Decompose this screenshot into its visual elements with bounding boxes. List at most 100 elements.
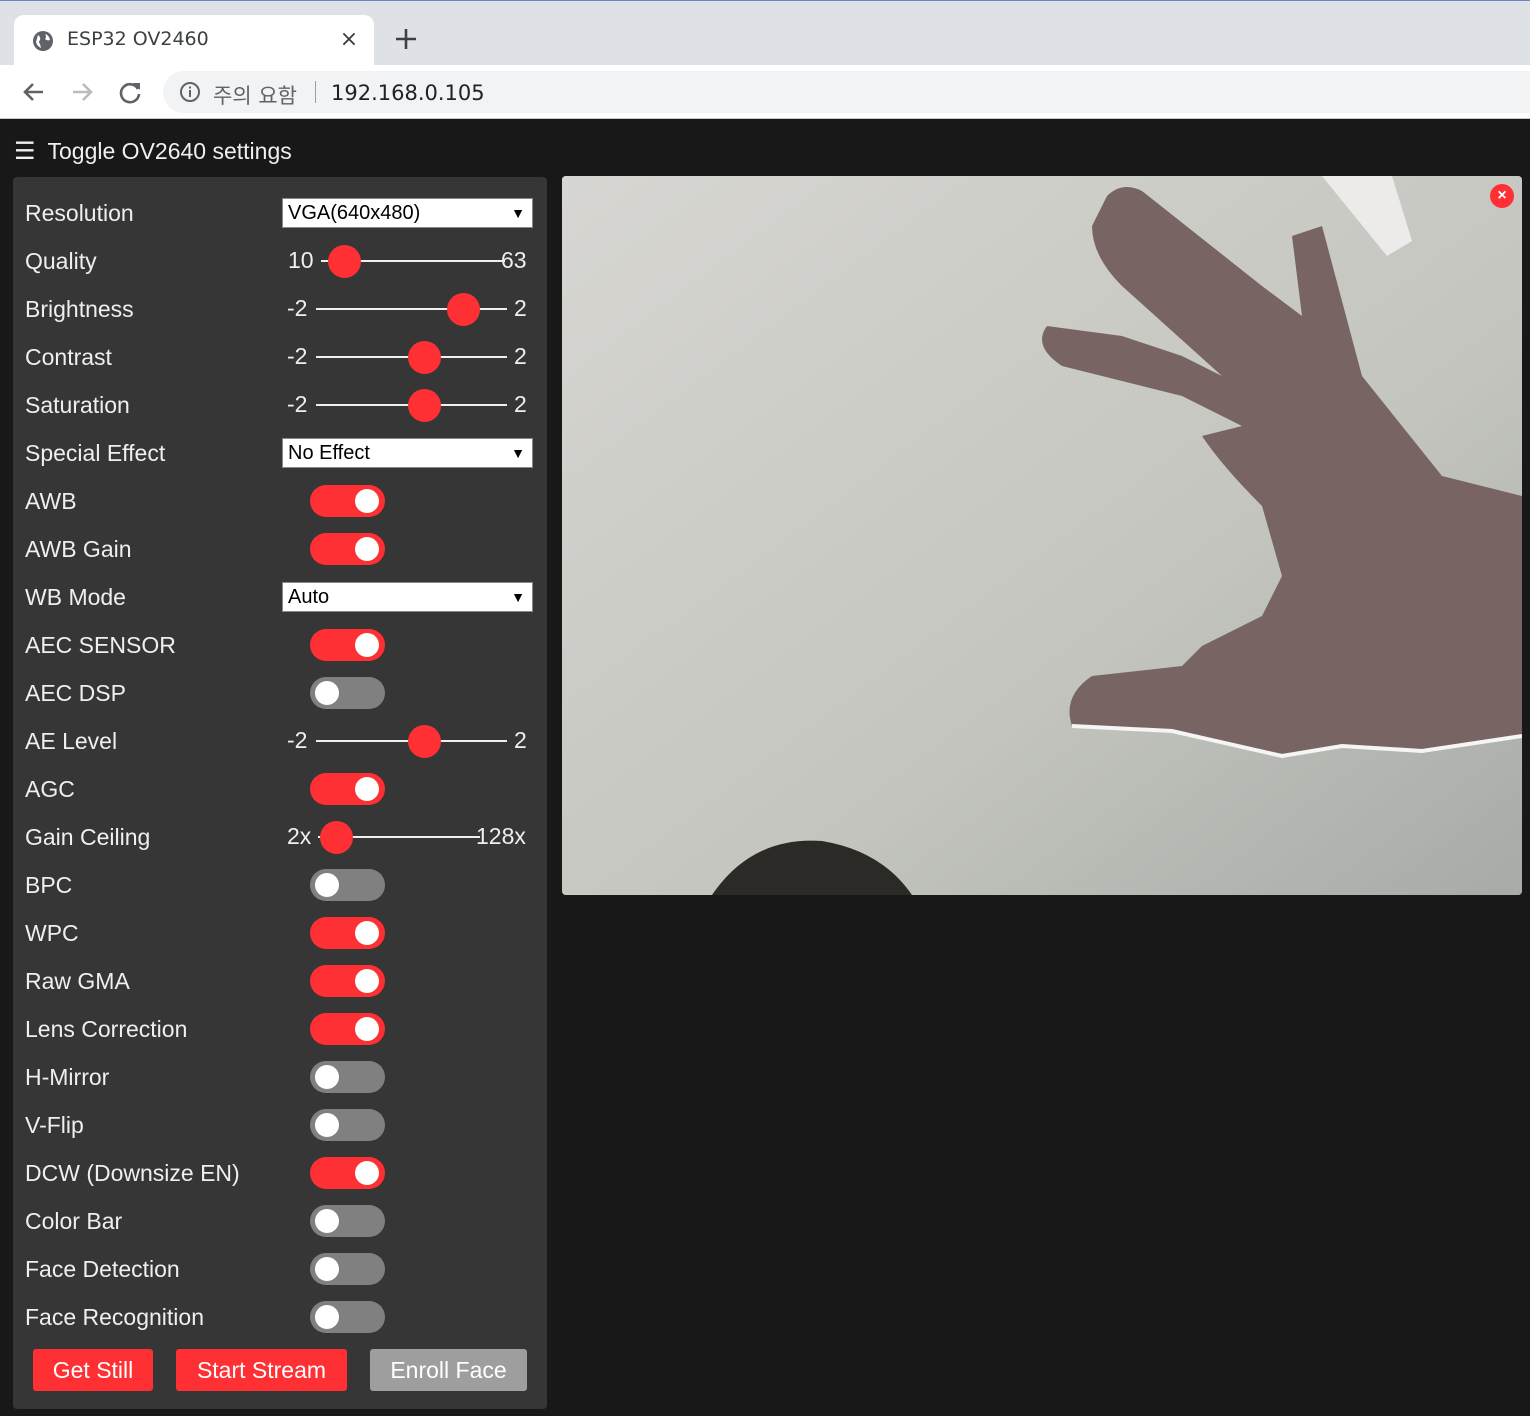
security-status[interactable]: 주의 요함 (213, 80, 297, 110)
dcw-switch[interactable] (310, 1157, 385, 1189)
saturation-min: -2 (287, 391, 308, 417)
browser-toolbar: 주의 요함 192.168.0.105 (0, 65, 1530, 119)
setting-raw-gma: Raw GMA (25, 957, 535, 1005)
awb-gain-switch[interactable] (310, 533, 385, 565)
switch-knob (315, 1209, 339, 1233)
setting-dcw: DCW (Downsize EN) (25, 1149, 535, 1197)
setting-special-effect: Special Effect No Effect ▼ (25, 429, 535, 477)
wb-mode-select[interactable]: Auto ▼ (282, 582, 533, 612)
setting-contrast: Contrast -2 2 (25, 333, 535, 381)
dropdown-arrow-icon: ▼ (511, 205, 525, 221)
aec-sensor-switch[interactable] (310, 629, 385, 661)
bpc-switch[interactable] (310, 869, 385, 901)
switch-knob (355, 921, 379, 945)
setting-face-detection: Face Detection (25, 1245, 535, 1293)
switch-knob (315, 1065, 339, 1089)
switch-knob (315, 681, 339, 705)
quality-label: Quality (25, 247, 97, 274)
agc-switch[interactable] (310, 773, 385, 805)
setting-aec-dsp: AEC DSP (25, 669, 535, 717)
dropdown-arrow-icon: ▼ (511, 445, 525, 461)
get-still-button[interactable]: Get Still (33, 1349, 153, 1391)
raw-gma-label: Raw GMA (25, 967, 130, 994)
dropdown-arrow-icon: ▼ (511, 589, 525, 605)
face-detection-switch[interactable] (310, 1253, 385, 1285)
settings-toggle-label[interactable]: Toggle OV2640 settings (48, 138, 292, 165)
setting-ae-level: AE Level -2 2 (25, 717, 535, 765)
setting-face-recognition: Face Recognition (25, 1293, 535, 1341)
ae-level-label: AE Level (25, 727, 118, 754)
start-stream-button[interactable]: Start Stream (176, 1349, 347, 1391)
color-bar-switch[interactable] (310, 1205, 385, 1237)
tab-close-icon[interactable]: × (336, 27, 362, 53)
switch-knob (355, 969, 379, 993)
special-effect-value: No Effect (288, 442, 370, 464)
gain-ceiling-slider-thumb[interactable] (320, 821, 353, 854)
enroll-face-button[interactable]: Enroll Face (370, 1349, 527, 1391)
switch-knob (355, 489, 379, 513)
wpc-switch[interactable] (310, 917, 385, 949)
setting-brightness: Brightness -2 2 (25, 285, 535, 333)
switch-knob (315, 1257, 339, 1281)
url-text[interactable]: 192.168.0.105 (331, 81, 485, 105)
browser-tab[interactable]: ESP32 OV2460 × (14, 15, 374, 66)
saturation-slider-thumb[interactable] (408, 389, 441, 422)
switch-knob (315, 1113, 339, 1137)
bpc-label: BPC (25, 871, 73, 898)
resolution-label: Resolution (25, 199, 134, 226)
h-mirror-label: H-Mirror (25, 1063, 110, 1090)
address-bar[interactable]: 주의 요함 192.168.0.105 (163, 71, 1530, 113)
close-stream-icon[interactable]: × (1490, 184, 1514, 208)
switch-knob (355, 1161, 379, 1185)
resolution-select[interactable]: VGA(640x480) ▼ (282, 198, 533, 228)
quality-slider-thumb[interactable] (328, 245, 361, 278)
switch-knob (355, 1017, 379, 1041)
agc-label: AGC (25, 775, 75, 802)
globe-icon (33, 31, 53, 51)
switch-knob (315, 1305, 339, 1329)
wb-mode-label: WB Mode (25, 583, 126, 610)
special-effect-select[interactable]: No Effect ▼ (282, 438, 533, 468)
contrast-max: 2 (514, 343, 527, 369)
setting-color-bar: Color Bar (25, 1197, 535, 1245)
settings-toggle[interactable]: ☰ Toggle OV2640 settings (14, 134, 292, 168)
new-tab-icon[interactable] (390, 23, 422, 55)
brightness-slider-thumb[interactable] (447, 293, 480, 326)
lens-correction-label: Lens Correction (25, 1015, 188, 1042)
lens-correction-switch[interactable] (310, 1013, 385, 1045)
resolution-value: VGA(640x480) (288, 202, 421, 224)
setting-saturation: Saturation -2 2 (25, 381, 535, 429)
setting-wpc: WPC (25, 909, 535, 957)
camera-frame-illustration (562, 176, 1522, 895)
hamburger-icon[interactable]: ☰ (14, 137, 36, 166)
aec-dsp-label: AEC DSP (25, 679, 126, 706)
wpc-label: WPC (25, 919, 79, 946)
setting-awb: AWB (25, 477, 535, 525)
reload-icon[interactable] (115, 77, 145, 107)
ae-level-min: -2 (287, 727, 308, 753)
aec-dsp-switch[interactable] (310, 677, 385, 709)
brightness-min: -2 (287, 295, 308, 321)
v-flip-switch[interactable] (310, 1109, 385, 1141)
v-flip-label: V-Flip (25, 1111, 84, 1138)
back-arrow-icon[interactable] (19, 77, 49, 107)
ae-level-slider-thumb[interactable] (408, 725, 441, 758)
info-icon[interactable] (179, 81, 201, 103)
special-effect-label: Special Effect (25, 439, 166, 466)
quality-max: 63 (501, 247, 527, 273)
settings-sidebar: Resolution VGA(640x480) ▼ Quality 10 63 … (13, 177, 547, 1409)
awb-label: AWB (25, 487, 77, 514)
awb-switch[interactable] (310, 485, 385, 517)
face-recognition-switch[interactable] (310, 1301, 385, 1333)
raw-gma-switch[interactable] (310, 965, 385, 997)
setting-h-mirror: H-Mirror (25, 1053, 535, 1101)
setting-wb-mode: WB Mode Auto ▼ (25, 573, 535, 621)
contrast-slider-thumb[interactable] (408, 341, 441, 374)
saturation-label: Saturation (25, 391, 130, 418)
h-mirror-switch[interactable] (310, 1061, 385, 1093)
gain-ceiling-min: 2x (287, 823, 312, 849)
gain-ceiling-max: 128x (476, 823, 526, 849)
forward-arrow-icon[interactable] (67, 77, 97, 107)
switch-knob (355, 777, 379, 801)
switch-knob (355, 633, 379, 657)
